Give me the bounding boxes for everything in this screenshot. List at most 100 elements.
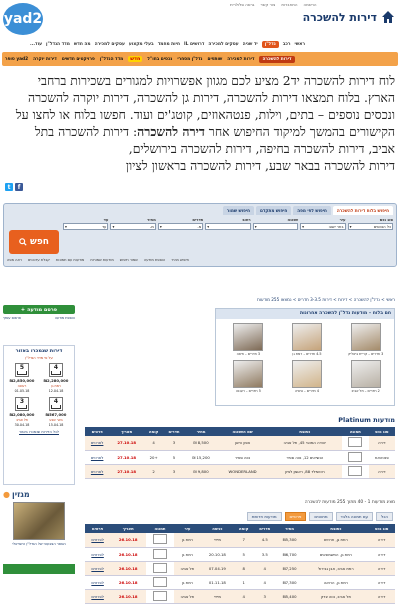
search-tab[interactable]: חיפוש בלוח דירות להשכרה (332, 206, 393, 215)
table-row[interactable]: פנטהאוז הנשיאים 12, נווה ספיר נווה ספיר 15,… (85, 450, 395, 465)
camera-icon[interactable] (153, 590, 167, 601)
search-field-select[interactable]: ▾ (205, 223, 251, 230)
search-tab[interactable]: חיפוש לפי מפה (293, 206, 331, 215)
search-option-link[interactable]: קבלת עדכונים (28, 258, 50, 264)
table-cell[interactable]: לפרטים (85, 464, 110, 479)
search-option-link[interactable]: חיפוש מהיר (171, 258, 189, 264)
main-nav-item[interactable]: נדל"ן (261, 40, 279, 48)
table-row[interactable]: דירה תל אביב, נווה צדק ₪5,400 3 4 מיידי תל אבי… (85, 589, 395, 604)
featured-item[interactable]: 3 חדרים – קריית ביאליק (339, 323, 392, 356)
twitter-icon[interactable]: t (5, 183, 13, 191)
post-ad-link[interactable]: פרסום עסקי (3, 316, 21, 320)
camera-icon[interactable] (153, 548, 167, 559)
table-header-cell: כתובת (267, 427, 342, 436)
search-field-select[interactable]: בחר ישוב ▾ (300, 223, 346, 230)
main-nav-item[interactable]: דרושים IL (184, 42, 204, 47)
table-cell[interactable]: לפרטים (85, 547, 111, 562)
table-cell[interactable]: לפרטים (85, 575, 111, 590)
sub-nav-item[interactable]: שותפים (207, 57, 222, 62)
featured-item[interactable]: 3 חדרים – חיפה (222, 323, 275, 356)
chevron-down-icon: ▾ (159, 224, 162, 229)
search-field-select[interactable]: עד ▾ (63, 223, 109, 230)
magazine-bar (3, 564, 75, 574)
recent-sale-card[interactable]: 3 ₪2,080,000 תל אביב 30.04.18 (6, 397, 38, 427)
table-cell[interactable]: לפרטים (85, 436, 110, 451)
search-option-link[interactable]: הוספת מודעה (144, 258, 165, 264)
post-ad-button[interactable]: + פרסם מודעה (3, 305, 75, 314)
sub-nav-item[interactable]: פרויקטים חדשים (62, 57, 95, 62)
main-nav-item[interactable]: עסקים למכירה (208, 42, 238, 47)
sub-nav-item[interactable]: דירות להשכרה (259, 55, 295, 63)
top-link[interactable]: התחברות (281, 2, 297, 9)
main-nav-item[interactable]: עסקים למכירה (95, 42, 125, 47)
table-cell[interactable]: לפרטים (85, 450, 110, 465)
intro-link[interactable]: דירה להשכרה (137, 124, 205, 139)
table-row[interactable]: דירה יהודה המכבי 45, תל אביב צפון הישן 8,50… (85, 436, 395, 451)
search-option-link[interactable]: שמור חיפוש (120, 258, 138, 264)
camera-icon[interactable] (153, 576, 167, 587)
main-nav-item[interactable]: ראשי (295, 42, 305, 47)
featured-item[interactable]: 4.5 חדרים – רמת גן (281, 323, 334, 356)
sub-nav-item[interactable]: נכסים בחו"ל (147, 57, 172, 62)
table-row[interactable]: דירה רוטשילד 88, ראשון לציון WONDERLAND 9,8… (85, 464, 395, 479)
table-cell[interactable]: לפרטים (85, 589, 111, 604)
facebook-icon[interactable]: f (15, 183, 23, 191)
featured-item[interactable]: 4 חדרים – נתניה (281, 360, 334, 393)
table-cell[interactable]: לפרטים (85, 561, 111, 576)
sub-nav-item[interactable]: מדד הנדל"ן (100, 57, 123, 62)
search-option-link[interactable]: מודעות שמורות (90, 258, 113, 264)
camera-icon[interactable] (153, 562, 167, 573)
yad2-logo[interactable]: yad2 (3, 3, 43, 35)
table-row[interactable]: דירה רמת גן, חרוזים ₪5,300 4.5 7 מיידי רמת גן 2… (85, 533, 395, 548)
main-nav-item[interactable]: מדד הנדל"ן (46, 42, 70, 47)
search-field-select[interactable]: ▾ (252, 223, 299, 230)
search-field-select[interactable]: מ- ▾ (110, 223, 156, 230)
recent-sale-card[interactable]: 4 ₪567,000 באר שבע 15.04.18 (40, 397, 72, 427)
search-tab[interactable]: חיפוש שמור (222, 206, 254, 215)
listing-photo[interactable] (348, 437, 363, 448)
main-nav-item[interactable]: רכב (283, 42, 291, 47)
camera-icon[interactable] (153, 534, 167, 545)
main-nav-item[interactable]: בעלי מקצוע (129, 42, 154, 47)
post-ad-link[interactable]: הוספת מודעה (55, 316, 75, 320)
main-nav-item[interactable]: חיות מחמד (158, 42, 180, 47)
search-tab[interactable]: חיפוש מתקדם (256, 206, 292, 215)
table-cell[interactable]: לפרטים (85, 533, 111, 548)
search-option-link[interactable]: ראה מפה (7, 258, 22, 264)
breadcrumb[interactable]: ראשי > נדל"ן להשכרה > דירות > דירות 3-3.… (257, 297, 395, 302)
recent-sale-card[interactable]: 5 ₪2,850,000 רעננה 01.05.18 (6, 363, 38, 393)
search-field-select[interactable]: כל הנכסים ▾ (347, 223, 393, 230)
featured-item[interactable]: 5 חדרים – רעננה (222, 360, 275, 393)
magazine-caption[interactable]: הספר הצבעוני של הנדל"ן הישראלי (3, 542, 75, 546)
main-nav-item[interactable]: מה חדש (74, 42, 91, 47)
listing-tab[interactable]: הכל (375, 511, 393, 521)
recent-sales-all-link[interactable]: לכל הדירות שנמכרו באזור (4, 430, 74, 434)
listing-tab[interactable]: מודעות חדשות (246, 511, 282, 521)
search-field-value: בחר ישוב (328, 224, 344, 229)
search-field-select[interactable]: מ- ▾ (157, 223, 204, 230)
sub-nav-item[interactable]: yad2 סופר (5, 57, 28, 62)
table-row[interactable]: דירה רמת גן, הרואה ₪7,300 4 1 01.11.18 רמת גן 2… (85, 575, 395, 590)
search-option-link[interactable]: מודעות עם תמונות (56, 258, 84, 264)
top-link[interactable]: צור קשר (260, 2, 275, 9)
listing-tab[interactable]: עם תמונה בלבד (335, 511, 373, 521)
listing-photo[interactable] (348, 451, 363, 462)
magazine-title[interactable]: מגזין ● (3, 490, 75, 499)
table-row[interactable]: דירה רמת גן, החשמונאים ₪6,700 3.5 5 20.10.18 ר… (85, 547, 395, 562)
recent-sale-card[interactable]: 4 ₪2,280,000 רמת גן 12.04.18 (40, 363, 72, 393)
listing-tab[interactable]: מתווכים (309, 511, 333, 521)
sub-nav-item[interactable]: דירות למכירה (227, 57, 254, 62)
sub-nav-item[interactable]: נדל"ן מסחרי (177, 57, 202, 62)
table-header-cell: קומה (144, 427, 164, 436)
magazine-photo[interactable] (13, 502, 65, 540)
top-link[interactable]: גרסה סלולרית (230, 2, 254, 9)
table-row[interactable]: דירה רמת אביב, אבן גבירול ₪7,250 4 8 07.04.19… (85, 561, 395, 576)
main-nav-item[interactable]: עוד... (30, 42, 42, 47)
search-button[interactable]: חפש (9, 230, 59, 254)
main-nav-item[interactable]: יד שניה (243, 42, 258, 47)
sub-nav-item[interactable]: דירות יוקרה (33, 57, 57, 62)
featured-item[interactable]: 2 חדרים – תל אביב (339, 360, 392, 393)
listing-photo[interactable] (348, 465, 363, 476)
search-field: שכונה ▾ (252, 217, 299, 251)
listing-tab[interactable]: פרטיים (284, 511, 307, 521)
